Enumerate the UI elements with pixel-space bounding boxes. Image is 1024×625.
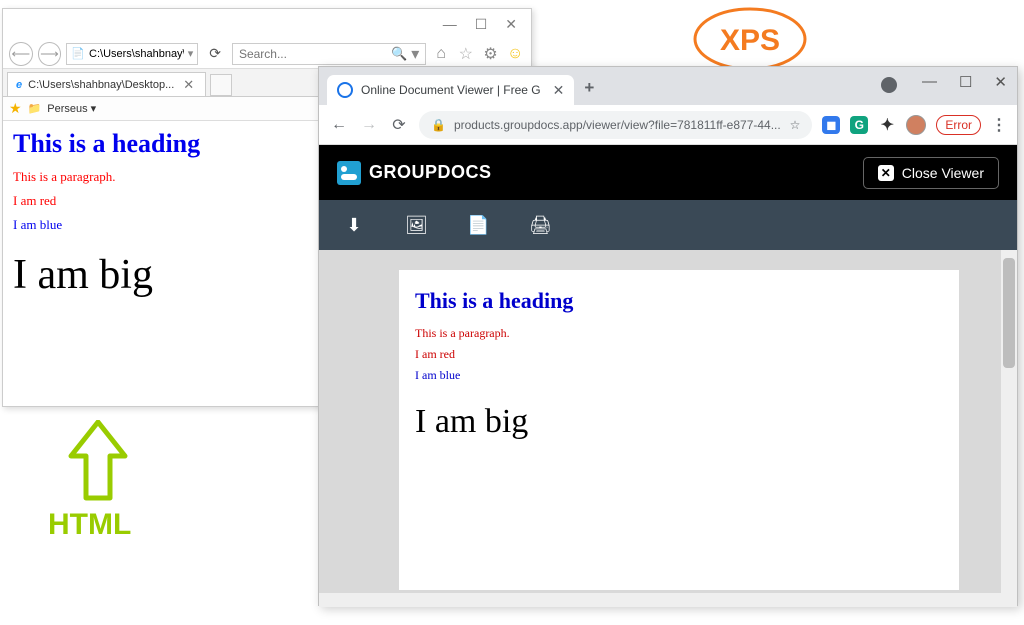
ie-search-input[interactable] [239, 47, 391, 61]
extension-icon-2[interactable]: G [850, 116, 868, 134]
ie-page-fav-icon: e [16, 79, 22, 91]
groupdocs-canvas: This is a heading This is a paragraph. I… [319, 250, 1017, 607]
chrome-url-text: products.groupdocs.app/viewer/view?file=… [454, 118, 782, 132]
ie-forward-button[interactable]: ⟶ [38, 42, 62, 66]
ie-favbar-folder-icon[interactable]: 📁 [28, 102, 42, 115]
chrome-tab[interactable]: Online Document Viewer | Free G ✕ [327, 75, 574, 105]
chrome-tab-strip: Online Document Viewer | Free G ✕ + — ☐ … [319, 67, 1017, 105]
ie-favorite-item[interactable]: Perseus ▾ [47, 102, 96, 115]
rendered-blue-text: I am blue [415, 368, 943, 383]
error-label: Error [945, 118, 972, 132]
extension-icon-1[interactable]: ◼ [822, 116, 840, 134]
ie-page-icon: 📄 [71, 47, 85, 61]
ie-favbar-star-icon[interactable]: ★ [9, 100, 22, 117]
ie-tab-close-icon[interactable]: ✕ [180, 77, 197, 93]
chrome-back-button[interactable]: ← [329, 116, 349, 134]
file-pdf-icon[interactable]: 📄 [467, 215, 489, 236]
rendered-heading: This is a heading [415, 288, 943, 314]
html-arrow-icon [65, 420, 131, 511]
close-viewer-label: Close Viewer [902, 165, 984, 181]
ie-home-icon[interactable]: ⌂ [431, 45, 451, 63]
ie-favorites-icon[interactable]: ☆ [456, 44, 476, 64]
html-label: HTML [48, 508, 131, 542]
bookmark-star-icon[interactable]: ☆ [790, 118, 801, 132]
ie-new-tab-button[interactable] [210, 74, 232, 96]
chrome-address-bar: ← → ⟳ 🔒 products.groupdocs.app/viewer/vi… [319, 105, 1017, 145]
chrome-tab-title: Online Document Viewer | Free G [361, 83, 541, 97]
ie-refresh-button[interactable]: ⟳ [203, 43, 227, 65]
chrome-forward-button[interactable]: → [359, 116, 379, 134]
chrome-sync-error-badge[interactable]: Error [936, 115, 981, 135]
ie-system-buttons: — ☐ ✕ [3, 9, 531, 39]
lock-icon: 🔒 [431, 118, 446, 132]
rendered-red-text: I am red [415, 347, 943, 362]
close-viewer-x-icon: ✕ [878, 165, 894, 181]
groupdocs-brand-text: GROUPDOCS [369, 162, 492, 183]
chrome-omnibox[interactable]: 🔒 products.groupdocs.app/viewer/view?fil… [419, 111, 812, 139]
ie-maximize-icon[interactable]: ☐ [475, 16, 488, 33]
ie-tab[interactable]: e C:\Users\shahbnay\Desktop... ✕ [7, 72, 206, 96]
rendered-page: This is a heading This is a paragraph. I… [399, 270, 959, 590]
chrome-window: Online Document Viewer | Free G ✕ + — ☐ … [318, 66, 1018, 606]
groupdocs-logo-icon [337, 161, 361, 185]
chrome-window-controls: — ☐ ✕ [922, 73, 1007, 91]
download-icon[interactable]: ⬇ [343, 215, 365, 236]
groupdocs-header: GROUPDOCS ✕ Close Viewer [319, 145, 1017, 200]
ie-search-dropdown-icon[interactable]: ▾ [407, 44, 419, 64]
chrome-maximize-icon[interactable]: ☐ [959, 73, 972, 91]
chrome-minimize-icon[interactable]: — [922, 73, 937, 91]
ie-address-input[interactable] [89, 48, 184, 60]
ie-search-icon[interactable]: 🔍 [391, 46, 407, 62]
xps-label: XPS [720, 24, 780, 57]
ie-back-button[interactable]: ⟵ [9, 42, 33, 66]
extensions-puzzle-icon[interactable]: ✦ [878, 116, 896, 134]
chrome-shield-icon[interactable] [881, 77, 897, 93]
file-image-icon[interactable]: 🖼 [405, 215, 427, 236]
chrome-profile-avatar[interactable] [906, 115, 926, 135]
chrome-new-tab-button[interactable]: + [584, 78, 594, 98]
chrome-reload-button[interactable]: ⟳ [389, 115, 409, 135]
ie-gear-icon[interactable]: ⚙ [481, 44, 501, 64]
horizontal-scrollbar[interactable] [319, 593, 1001, 607]
groupdocs-toolbar: ⬇ 🖼 📄 🖨 [319, 200, 1017, 250]
ie-minimize-icon[interactable]: — [443, 16, 457, 32]
ie-tab-title: C:\Users\shahbnay\Desktop... [28, 79, 174, 91]
rendered-paragraph: This is a paragraph. [415, 326, 943, 341]
print-icon[interactable]: 🖨 [529, 215, 551, 236]
close-viewer-button[interactable]: ✕ Close Viewer [863, 157, 999, 189]
chrome-menu-icon[interactable]: ⋮ [991, 115, 1007, 135]
chrome-close-icon[interactable]: ✕ [994, 73, 1007, 91]
ie-nav-toolbar: ⟵ ⟶ 📄 ▾ ⟳ 🔍 ▾ ⌂ ☆ ⚙ ☺ [3, 39, 531, 69]
groupdocs-logo[interactable]: GROUPDOCS [337, 161, 492, 185]
chrome-tab-close-icon[interactable]: ✕ [549, 82, 565, 99]
rendered-big-text: I am big [415, 403, 943, 441]
ie-address-bar[interactable]: 📄 ▾ [66, 43, 198, 65]
ie-close-icon[interactable]: ✕ [505, 16, 517, 33]
ie-search-box[interactable]: 🔍 ▾ [232, 43, 426, 65]
vertical-scrollbar[interactable] [1001, 250, 1017, 607]
ie-emoji-icon[interactable]: ☺ [505, 45, 525, 63]
vertical-scroll-thumb[interactable] [1003, 258, 1015, 368]
chrome-tab-fav-icon [337, 82, 353, 98]
ie-address-dropdown-icon[interactable]: ▾ [188, 47, 194, 60]
